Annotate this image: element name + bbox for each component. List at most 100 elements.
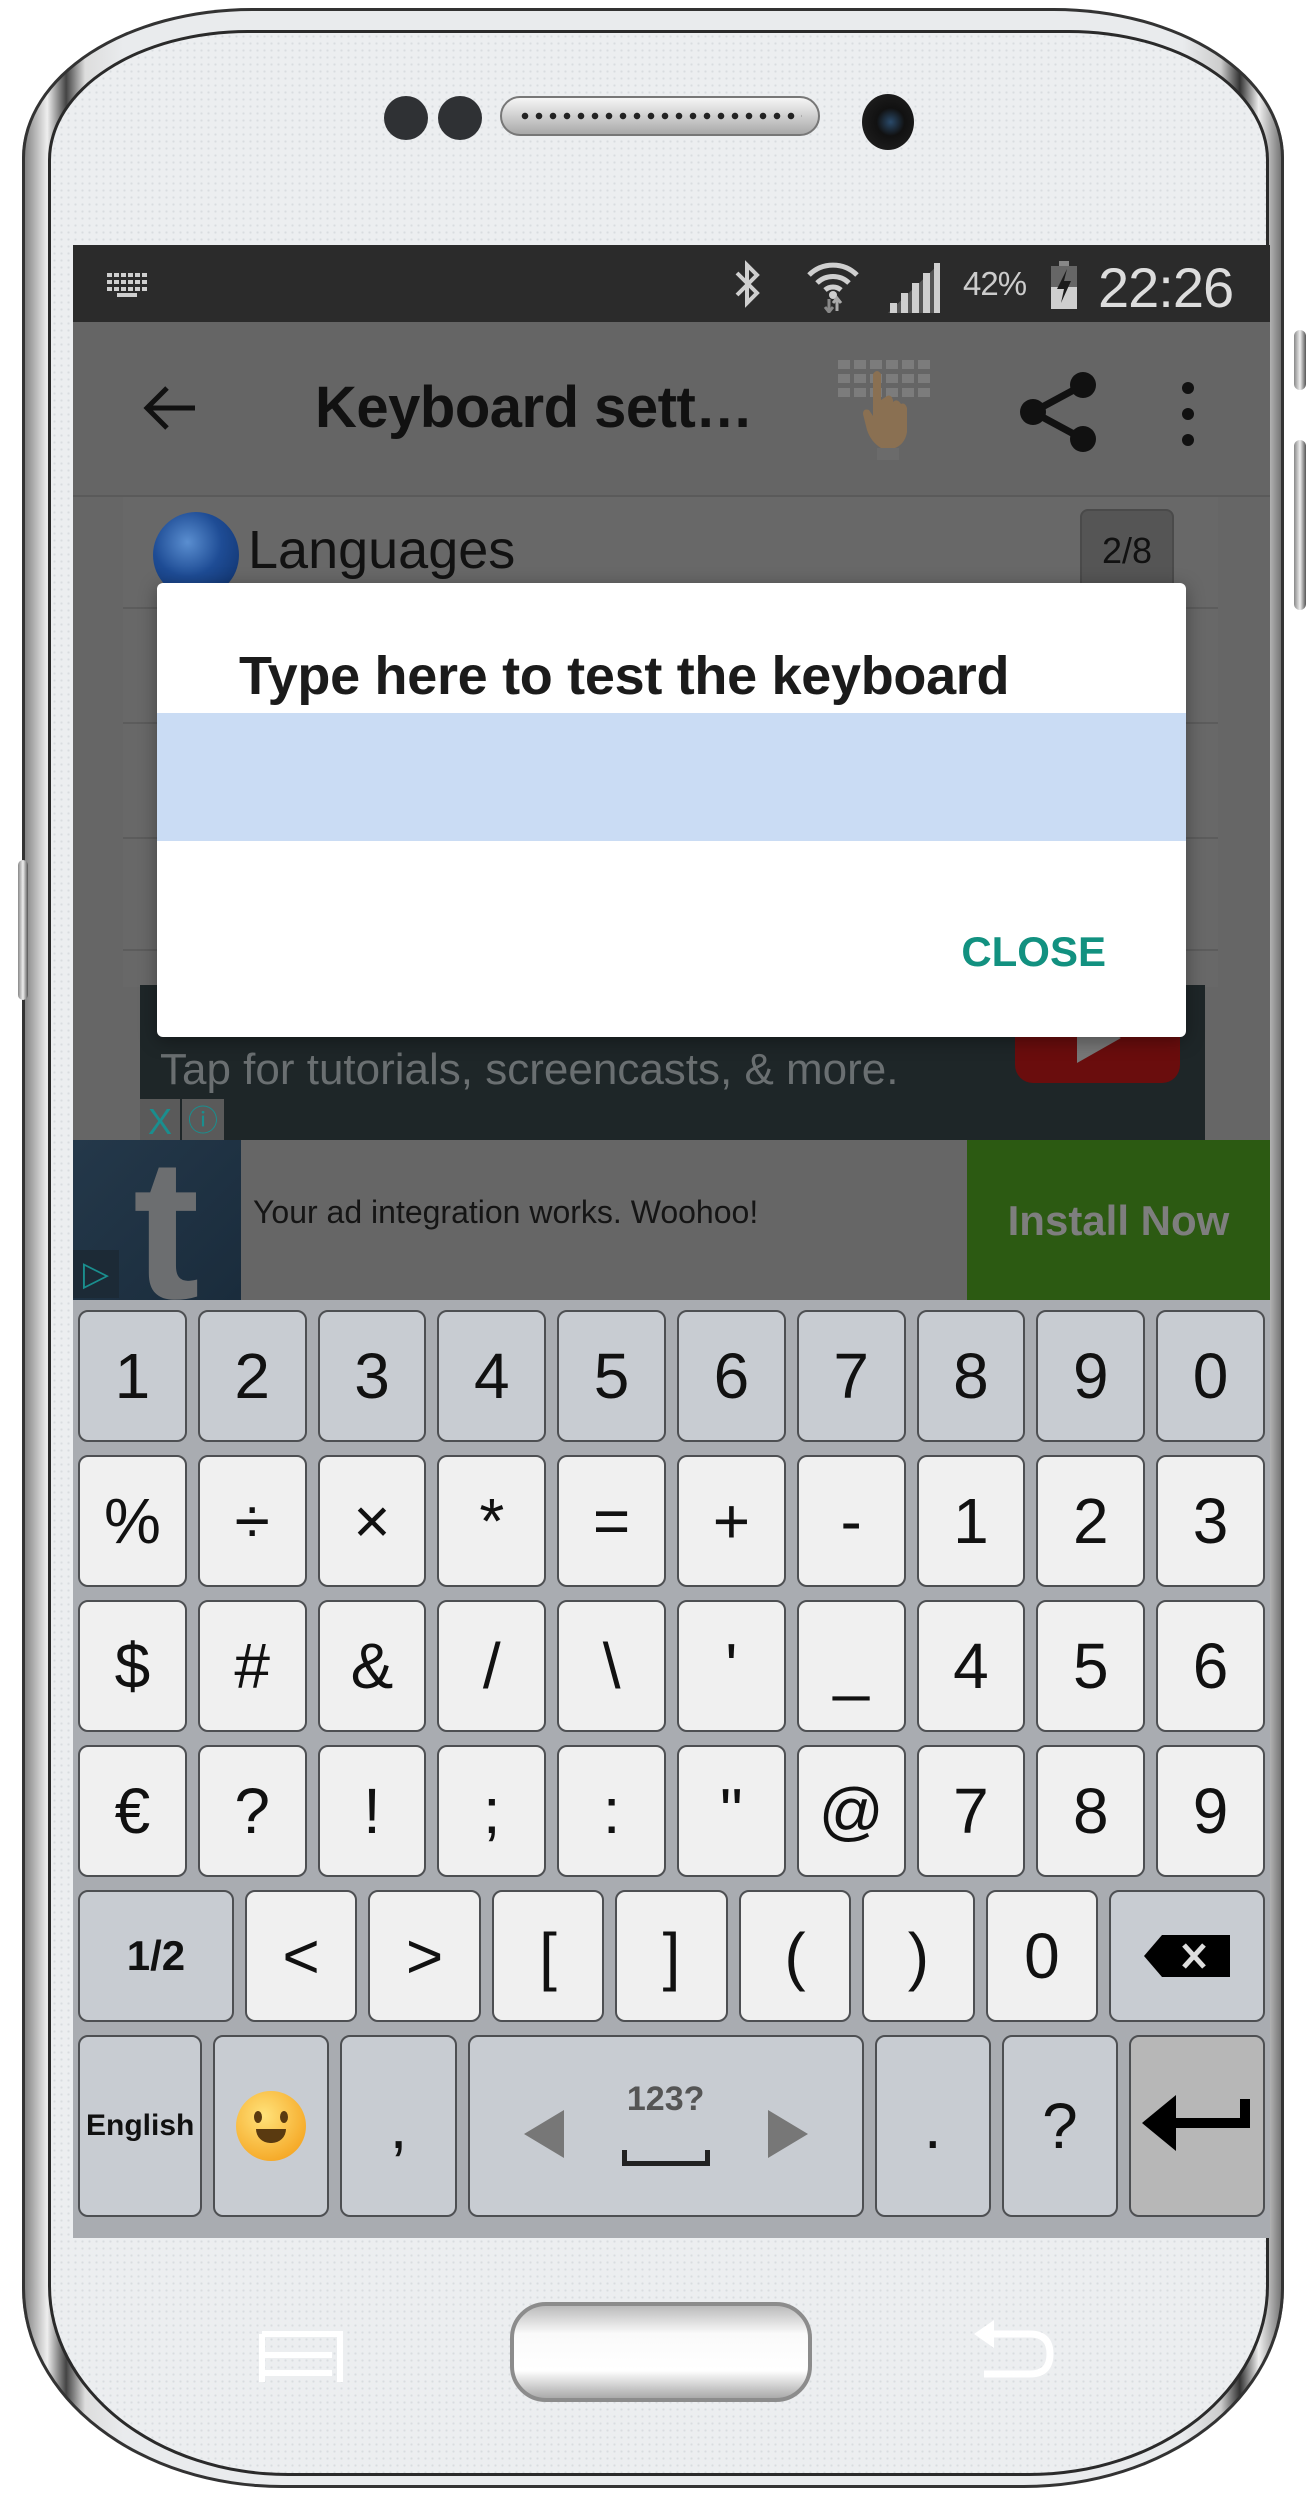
key-percent[interactable]: % xyxy=(78,1455,187,1587)
key-page-toggle[interactable]: 1/2 xyxy=(78,1890,234,2022)
key-numpad-2[interactable]: 2 xyxy=(1036,1455,1146,1587)
ad-info-icon[interactable]: ⓘ xyxy=(182,1099,224,1140)
enter-key[interactable] xyxy=(1128,2035,1266,2217)
key-numpad-8[interactable]: 8 xyxy=(1036,1745,1146,1877)
key-semicolon[interactable]: ; xyxy=(437,1745,547,1877)
symbols-keyboard: 1 2 3 4 5 6 7 8 9 0 % ÷ × * = + - 1 2 3 … xyxy=(73,1300,1270,2238)
key-left-paren[interactable]: ( xyxy=(738,1890,852,2022)
more-vert-icon[interactable] xyxy=(1173,374,1203,454)
battery-charging-icon xyxy=(1051,261,1077,309)
key-6[interactable]: 6 xyxy=(676,1310,786,1442)
key-3[interactable]: 3 xyxy=(317,1310,427,1442)
key-colon[interactable]: : xyxy=(557,1745,666,1877)
install-now-button[interactable]: Install Now xyxy=(967,1140,1270,1300)
key-7[interactable]: 7 xyxy=(796,1310,906,1442)
key-question-2[interactable]: ? xyxy=(1001,2035,1118,2217)
key-ampersand[interactable]: & xyxy=(317,1600,427,1732)
earpiece-speaker xyxy=(500,96,820,136)
key-divide[interactable]: ÷ xyxy=(197,1455,307,1587)
keyboard-row-4: € ? ! ; : " @ 7 8 9 xyxy=(78,1745,1265,1877)
key-9[interactable]: 9 xyxy=(1036,1310,1146,1442)
keyboard-row-2: % ÷ × * = + - 1 2 3 xyxy=(78,1455,1265,1587)
clock: 22:26 xyxy=(1098,256,1234,319)
key-slash[interactable]: / xyxy=(437,1600,547,1732)
bluetooth-icon xyxy=(735,260,760,308)
install-ad-banner[interactable]: t ▷ Your ad integration works. Woohoo! I… xyxy=(73,1140,1270,1300)
key-apostrophe[interactable]: ' xyxy=(676,1600,786,1732)
key-hash[interactable]: # xyxy=(197,1600,307,1732)
language-key[interactable]: English xyxy=(78,2035,203,2217)
test-input-field[interactable] xyxy=(157,713,1186,841)
key-equals[interactable]: = xyxy=(557,1455,666,1587)
home-button[interactable] xyxy=(510,2302,812,2402)
key-exclamation[interactable]: ! xyxy=(317,1745,427,1877)
tumblr-logo: t ▷ xyxy=(73,1140,241,1300)
key-right-bracket[interactable]: ] xyxy=(615,1890,728,2022)
power-button xyxy=(1294,440,1306,610)
screen: 42% 22:26 Keyboard sett… Languages 2/8 T… xyxy=(73,245,1270,2238)
key-comma[interactable]: , xyxy=(340,2035,457,2217)
test-keyboard-dialog: Type here to test the keyboard CLOSE xyxy=(157,583,1186,1037)
share-icon[interactable] xyxy=(1013,367,1103,457)
arrow-left-icon[interactable] xyxy=(139,380,199,436)
key-numpad-4[interactable]: 4 xyxy=(916,1600,1026,1732)
key-numpad-5[interactable]: 5 xyxy=(1036,1600,1146,1732)
cursor-right-icon[interactable] xyxy=(767,2110,808,2158)
proximity-sensor xyxy=(384,96,428,140)
key-asterisk[interactable]: * xyxy=(437,1455,547,1587)
menu-icon[interactable] xyxy=(258,2330,344,2386)
signal-icon xyxy=(888,263,940,313)
key-numpad-3[interactable]: 3 xyxy=(1156,1455,1265,1587)
key-8[interactable]: 8 xyxy=(916,1310,1026,1442)
close-button[interactable]: CLOSE xyxy=(961,928,1106,976)
key-greater-than[interactable]: > xyxy=(368,1890,481,2022)
battery-percent: 42% xyxy=(963,265,1027,302)
key-dollar[interactable]: $ xyxy=(78,1600,187,1732)
key-2[interactable]: 2 xyxy=(197,1310,307,1442)
key-numpad-1[interactable]: 1 xyxy=(916,1455,1026,1587)
app-bar: Keyboard sett… xyxy=(73,322,1270,497)
key-underscore[interactable]: _ xyxy=(796,1600,906,1732)
key-quote[interactable]: " xyxy=(676,1745,786,1877)
key-numpad-9[interactable]: 9 xyxy=(1156,1745,1265,1877)
key-question[interactable]: ? xyxy=(197,1745,307,1877)
light-sensor xyxy=(438,96,482,140)
space-bar-icon xyxy=(621,2150,710,2166)
tumblr-logo-letter: t xyxy=(133,1140,200,1300)
ad-choices-icon[interactable]: ▷ xyxy=(73,1250,119,1298)
key-at[interactable]: @ xyxy=(796,1745,906,1877)
keyboard-row-1: 1 2 3 4 5 6 7 8 9 0 xyxy=(78,1310,1265,1442)
key-0[interactable]: 0 xyxy=(1156,1310,1265,1442)
key-period[interactable]: . xyxy=(874,2035,991,2217)
volume-button xyxy=(18,860,28,1000)
key-euro[interactable]: € xyxy=(78,1745,187,1877)
backspace-key[interactable] xyxy=(1109,1890,1266,2022)
key-minus[interactable]: - xyxy=(796,1455,906,1587)
dialog-title: Type here to test the keyboard xyxy=(239,646,1010,706)
key-multiply[interactable]: × xyxy=(317,1455,427,1587)
keyboard-row-3: $ # & / \ ' _ 4 5 6 xyxy=(78,1600,1265,1732)
list-item-badge: 2/8 xyxy=(1080,509,1174,593)
back-icon[interactable] xyxy=(970,2320,1056,2390)
key-left-bracket[interactable]: [ xyxy=(491,1890,605,2022)
key-numpad-7[interactable]: 7 xyxy=(916,1745,1026,1877)
wifi-icon xyxy=(807,262,859,313)
emoji-key[interactable] xyxy=(213,2035,330,2217)
ad-message: Your ad integration works. Woohoo! xyxy=(253,1194,759,1230)
backspace-icon xyxy=(1144,1935,1231,1977)
key-5[interactable]: 5 xyxy=(557,1310,666,1442)
key-backslash[interactable]: \ xyxy=(557,1600,666,1732)
keyboard-tap-icon[interactable] xyxy=(833,352,943,462)
ad-close-button[interactable]: X xyxy=(140,1099,180,1140)
space-key[interactable]: 123? xyxy=(467,2035,864,2217)
key-right-paren[interactable]: ) xyxy=(862,1890,975,2022)
enter-icon xyxy=(1141,2095,1250,2151)
key-1[interactable]: 1 xyxy=(78,1310,187,1442)
keyboard-icon xyxy=(107,273,147,297)
key-4[interactable]: 4 xyxy=(437,1310,547,1442)
keyboard-row-6: English , 123? . ? xyxy=(78,2035,1266,2217)
key-plus[interactable]: + xyxy=(676,1455,786,1587)
key-less-than[interactable]: < xyxy=(244,1890,358,2022)
key-numpad-0[interactable]: 0 xyxy=(985,1890,1099,2022)
key-numpad-6[interactable]: 6 xyxy=(1156,1600,1265,1732)
